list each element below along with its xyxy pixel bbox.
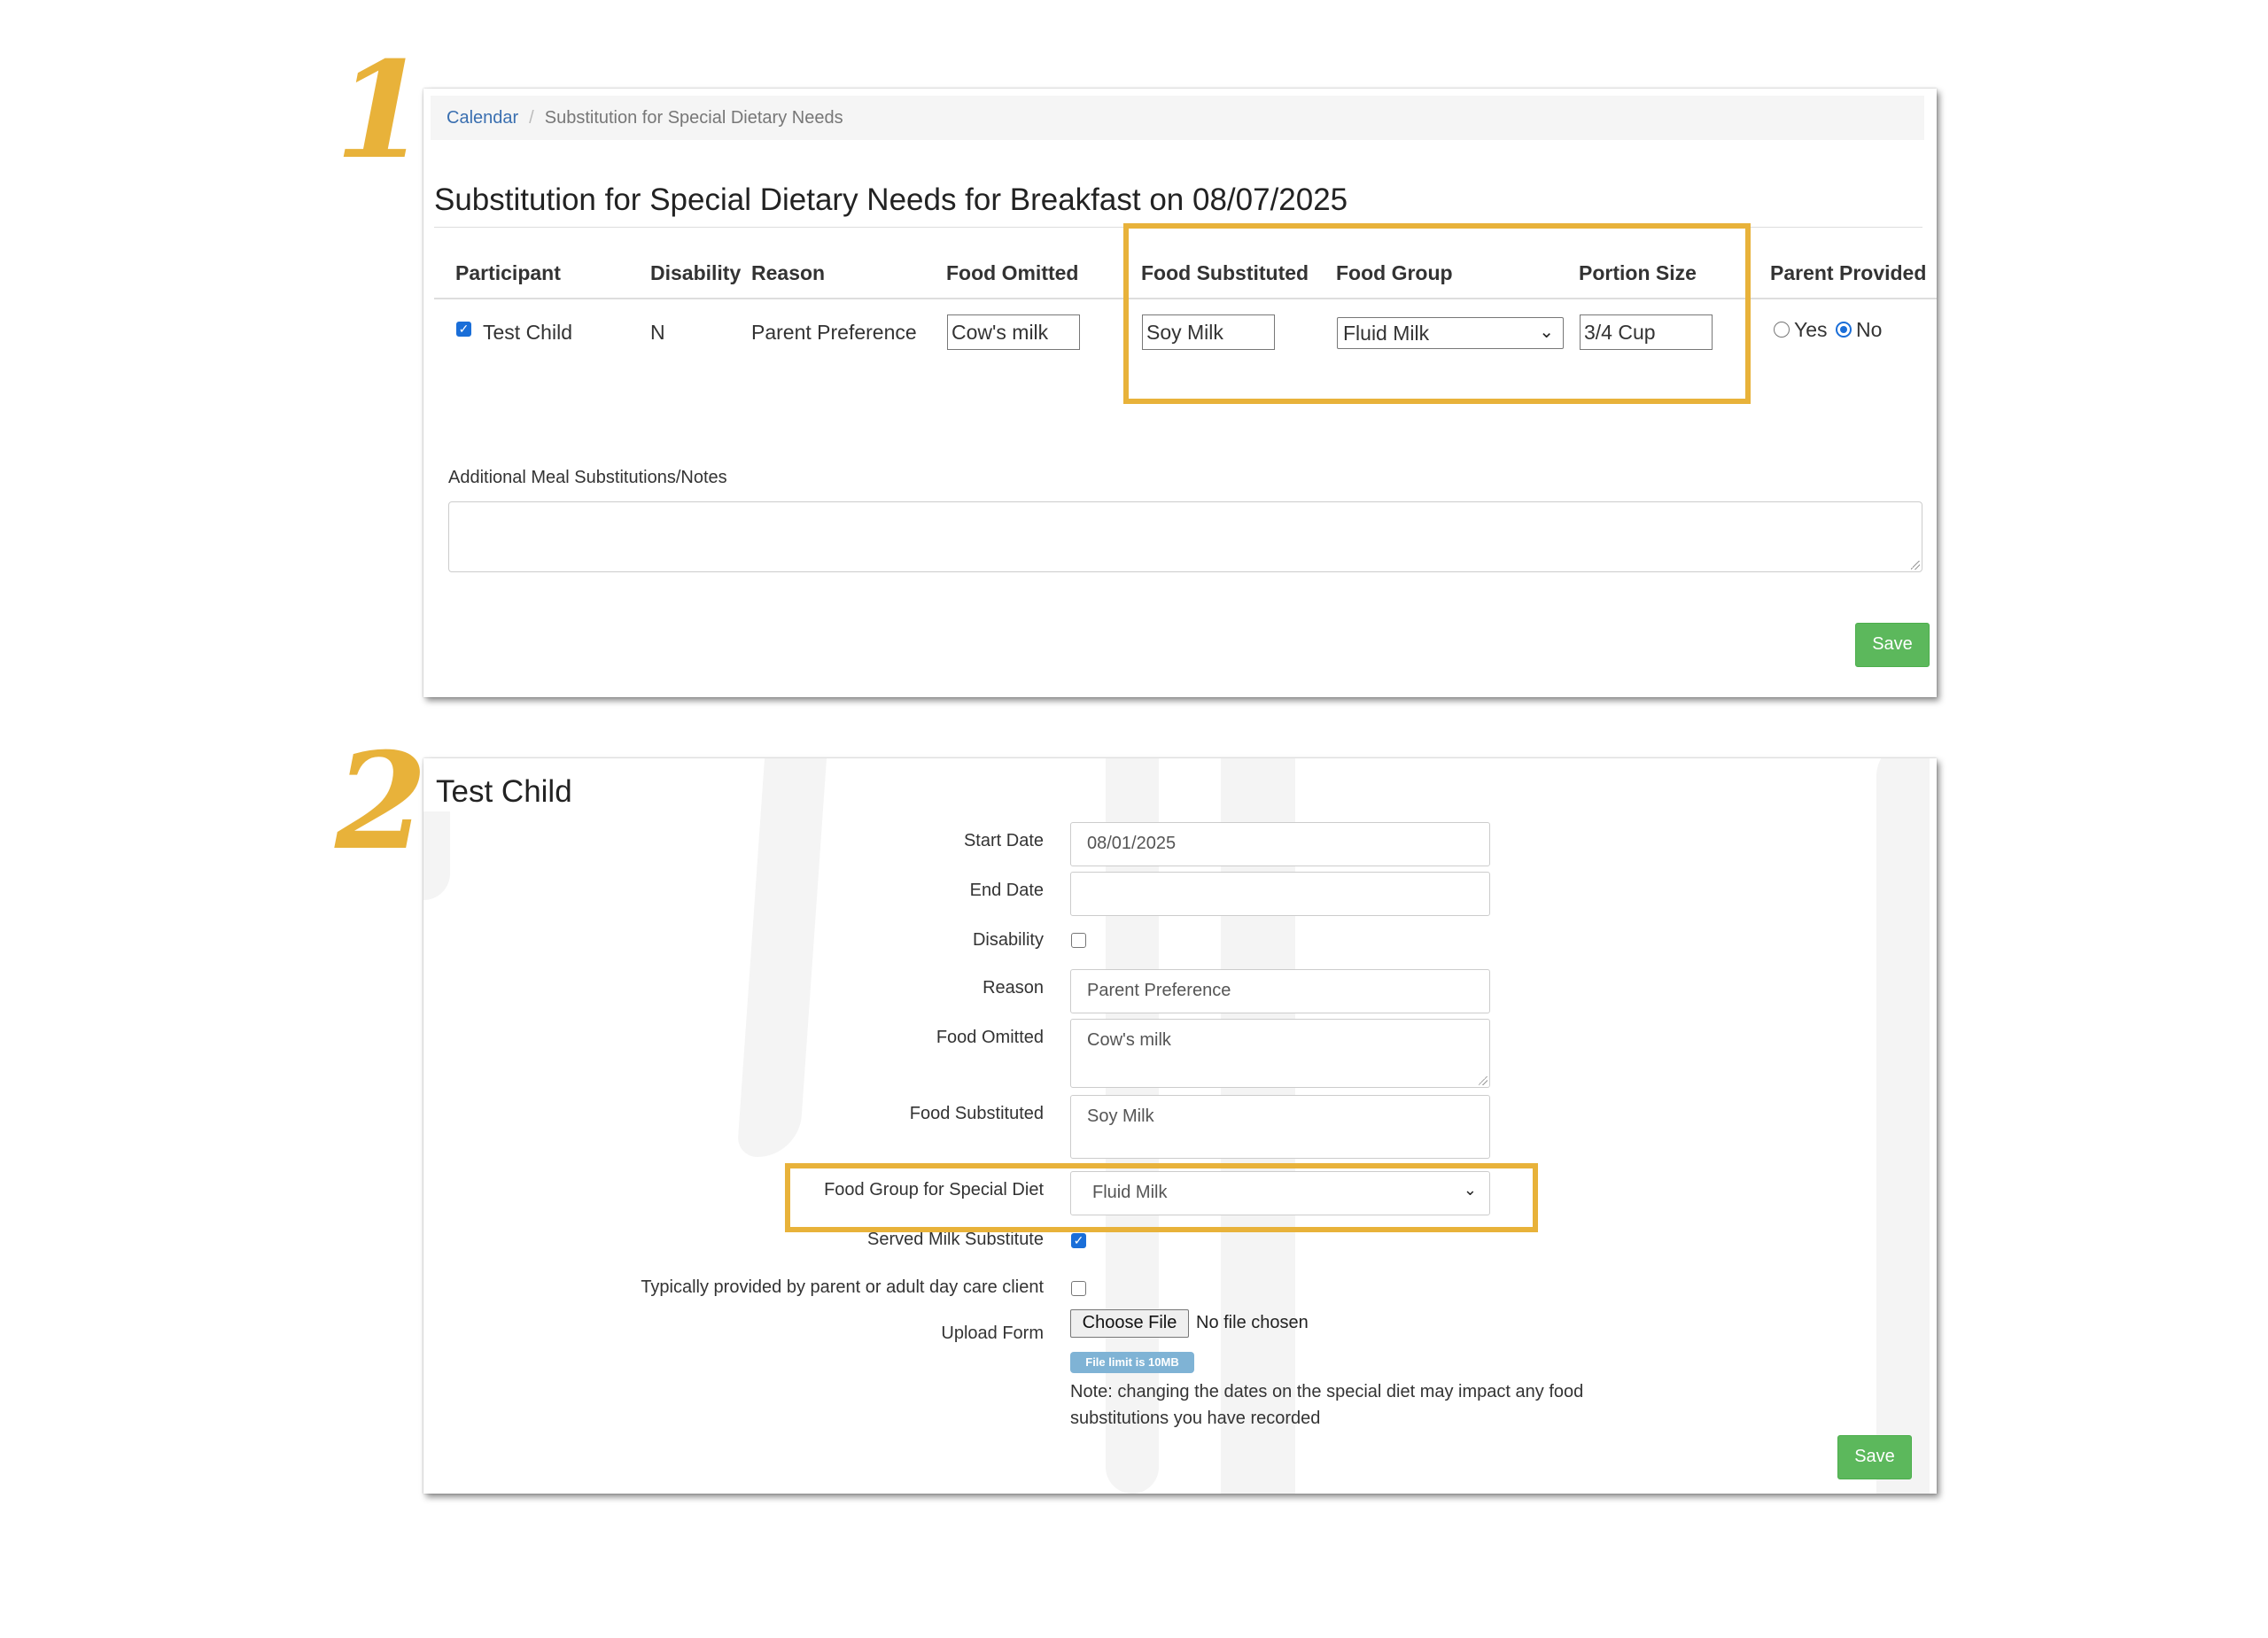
disability-value: N: [650, 321, 665, 344]
choose-file-button[interactable]: Choose File: [1070, 1309, 1189, 1338]
resize-grip-icon[interactable]: [1479, 1076, 1487, 1085]
date-change-note: Note: changing the dates on the special …: [1070, 1382, 1584, 1428]
save-button[interactable]: Save: [1855, 623, 1930, 667]
end-date-input[interactable]: [1070, 872, 1490, 916]
col-header-parent-provided: Parent Provided: [1770, 261, 1927, 284]
served-milk-checkbox[interactable]: ✓: [1071, 1233, 1086, 1248]
substitution-panel: Calendar / Substitution for Special Dietar…: [423, 89, 1937, 697]
step-number-2: 2: [335, 724, 428, 880]
col-header-food-omitted: Food Omitted: [946, 261, 1079, 284]
watermark-shape: [423, 811, 450, 900]
breadcrumb-separator: /: [529, 108, 534, 128]
watermark-shape: [1876, 758, 1930, 1494]
resize-grip-icon[interactable]: [1911, 561, 1920, 570]
highlight-box-substitution: [1123, 223, 1751, 404]
typically-provided-checkbox[interactable]: [1071, 1281, 1086, 1296]
parent-provided-yes-label: Yes: [1794, 318, 1828, 341]
food-omitted-label: Food Omitted: [936, 1028, 1044, 1047]
start-date-label: Start Date: [963, 831, 1044, 850]
col-header-participant: Participant: [455, 261, 561, 284]
served-milk-label: Served Milk Substitute: [867, 1230, 1044, 1249]
disability-checkbox[interactable]: [1071, 933, 1086, 948]
watermark-shape: [736, 758, 828, 1157]
step-number-1: 1: [335, 33, 428, 189]
col-header-reason: Reason: [751, 261, 826, 284]
participant-name: Test Child: [483, 321, 572, 344]
notes-textarea[interactable]: [448, 501, 1922, 572]
parent-provided-yes-radio[interactable]: [1774, 322, 1790, 338]
page-title: Substitution for Special Dietary Needs f…: [434, 182, 1348, 217]
typically-provided-label: Typically provided by parent or adult da…: [641, 1277, 1044, 1297]
breadcrumb: Calendar / Substitution for Special Dietar…: [431, 96, 1924, 140]
file-limit-badge: File limit is 10MB: [1070, 1352, 1194, 1373]
food-omitted-text: Cow's milk: [1087, 1030, 1171, 1050]
food-substituted-textarea[interactable]: Soy Milk: [1070, 1095, 1490, 1159]
no-file-text: No file chosen: [1196, 1313, 1309, 1332]
notes-label: Additional Meal Substitutions/Notes: [448, 468, 727, 487]
food-omitted-textarea[interactable]: Cow's milk: [1070, 1019, 1490, 1088]
disability-label: Disability: [972, 930, 1044, 950]
participant-title: Test Child: [436, 774, 572, 809]
col-header-disability: Disability: [650, 261, 742, 284]
breadcrumb-current: Substitution for Special Dietary Needs: [544, 108, 843, 128]
save-button[interactable]: Save: [1837, 1435, 1912, 1479]
reason-input[interactable]: Parent Preference: [1070, 969, 1490, 1013]
parent-provided-no-radio[interactable]: [1836, 322, 1852, 338]
upload-form-label: Upload Form: [941, 1324, 1044, 1343]
food-substituted-text: Soy Milk: [1087, 1106, 1154, 1126]
highlight-box-food-group: [785, 1163, 1538, 1232]
reason-label: Reason: [983, 978, 1044, 998]
food-omitted-input[interactable]: Cow's milk: [947, 314, 1080, 350]
special-diet-panel: Test Child Start Date End Date Disabilit…: [423, 758, 1937, 1494]
participant-checkbox[interactable]: ✓: [456, 322, 471, 337]
end-date-label: End Date: [969, 881, 1044, 900]
food-substituted-label: Food Substituted: [909, 1104, 1044, 1123]
breadcrumb-calendar-link[interactable]: Calendar: [447, 108, 518, 128]
reason-value: Parent Preference: [751, 321, 917, 344]
parent-provided-no-label: No: [1856, 318, 1883, 341]
start-date-input[interactable]: 08/01/2025: [1070, 822, 1490, 866]
